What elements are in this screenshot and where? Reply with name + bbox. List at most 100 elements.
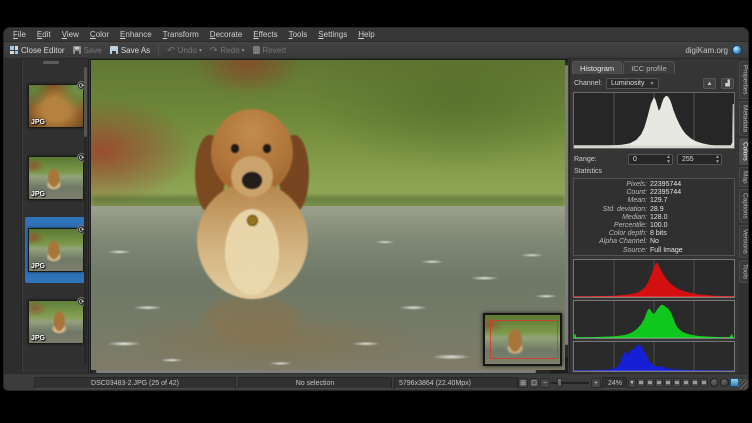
format-badge: JPG bbox=[31, 191, 45, 198]
stat-value: 100.0 bbox=[650, 222, 668, 230]
toolbar-separator bbox=[158, 44, 159, 56]
range-min-spinbox[interactable]: 0 ▲▼ bbox=[628, 154, 673, 165]
zoom-out-button[interactable]: − bbox=[540, 378, 550, 388]
thumbnail-image-4[interactable]: JPG ⟳ bbox=[28, 300, 84, 344]
menu-decorate[interactable]: Decorate bbox=[210, 30, 242, 39]
save-as-label: Save As bbox=[121, 46, 150, 55]
chevron-down-icon: ▼ bbox=[650, 81, 655, 87]
format-badge: JPG bbox=[31, 119, 45, 126]
dog-reflection bbox=[205, 296, 300, 339]
thumbnail-image-3[interactable]: JPG ⟳ bbox=[28, 228, 84, 272]
log-scale-button[interactable]: ▟ bbox=[721, 78, 734, 89]
channel-combobox[interactable]: Luminosity ▼ bbox=[606, 78, 659, 89]
stat-value: No bbox=[650, 238, 659, 246]
stat-value: 28.9 bbox=[650, 206, 664, 214]
over-exposure-indicator-button[interactable] bbox=[720, 378, 729, 387]
under-exposure-indicator-button[interactable] bbox=[710, 378, 719, 387]
pan-view-rectangle[interactable] bbox=[490, 320, 558, 359]
pan-navigation-overlay[interactable] bbox=[483, 313, 562, 366]
stat-label: Median: bbox=[574, 214, 650, 222]
thumbbar-handle[interactable] bbox=[43, 61, 59, 64]
save-button[interactable]: Save bbox=[73, 46, 102, 55]
thumbnail-item-4[interactable]: JPG ⟳ bbox=[25, 289, 87, 355]
sidebar-tab-metadata[interactable]: Metadata bbox=[739, 101, 750, 136]
sidebar-tab-colors[interactable]: Colors bbox=[739, 138, 750, 165]
status-mini-button-6[interactable] bbox=[682, 378, 690, 387]
thumbnail-image-1[interactable]: JPG ⟳ bbox=[28, 84, 84, 128]
undo-button[interactable]: ↶ Undo ▾ bbox=[167, 46, 202, 55]
dog-subject bbox=[191, 103, 314, 298]
panel-tabs: Histogram ICC profile bbox=[572, 61, 675, 74]
thumbnail-item-1[interactable]: JPG ⟳ bbox=[25, 73, 87, 139]
menu-view[interactable]: View bbox=[62, 30, 79, 39]
menu-transform[interactable]: Transform bbox=[163, 30, 199, 39]
linear-scale-button[interactable]: ▲ bbox=[703, 78, 716, 89]
format-badge: JPG bbox=[31, 335, 45, 342]
thumbnail-item-3-selected[interactable]: JPG ⟳ bbox=[25, 217, 87, 283]
editor-canvas[interactable] bbox=[90, 59, 568, 373]
zoom-slider-handle[interactable] bbox=[557, 378, 562, 387]
fit-selection-button[interactable]: ⊡ bbox=[529, 378, 539, 388]
blue-channel-histogram bbox=[573, 341, 735, 372]
sidebar-tab-properties[interactable]: Properties bbox=[739, 61, 750, 99]
status-mini-button-8[interactable] bbox=[700, 378, 708, 387]
luminosity-histogram[interactable] bbox=[573, 92, 735, 149]
revert-icon bbox=[253, 46, 260, 54]
sidebar-tab-tools[interactable]: Tools bbox=[739, 260, 750, 283]
window-resize-grip[interactable] bbox=[738, 379, 748, 389]
zoom-combobox[interactable]: 24% bbox=[602, 377, 627, 389]
menu-bar: File Edit View Color Enhance Transform D… bbox=[4, 28, 748, 41]
status-filename: DSC03483-2.JPG (25 of 42) bbox=[34, 377, 236, 389]
thumbnail-item-2[interactable]: JPG ⟳ bbox=[25, 145, 87, 211]
spin-arrows-icon[interactable]: ▲▼ bbox=[715, 155, 720, 165]
menu-settings[interactable]: Settings bbox=[318, 30, 347, 39]
statistics-box: Pixels:22395744 Count:22395744 Mean:129.… bbox=[573, 178, 735, 256]
revert-button[interactable]: Revert bbox=[253, 46, 287, 55]
menu-file[interactable]: File bbox=[13, 30, 26, 39]
status-dimensions: 5796x3864 (22.40Mpx) bbox=[394, 377, 518, 389]
thumbbar-scrollbar[interactable] bbox=[84, 67, 87, 365]
tab-icc-profile[interactable]: ICC profile bbox=[623, 61, 674, 74]
zoom-in-button[interactable]: + bbox=[591, 378, 601, 388]
statistics-title: Statistics bbox=[574, 168, 602, 175]
stat-label: Mean: bbox=[574, 197, 650, 205]
menu-help[interactable]: Help bbox=[358, 30, 374, 39]
redo-button[interactable]: ↷ Redo ▾ bbox=[210, 46, 245, 55]
menu-tools[interactable]: Tools bbox=[289, 30, 308, 39]
zoom-dropdown-button[interactable]: ▼ bbox=[628, 378, 636, 388]
photo-preview[interactable] bbox=[91, 60, 565, 370]
menu-edit[interactable]: Edit bbox=[37, 30, 51, 39]
menu-color[interactable]: Color bbox=[90, 30, 109, 39]
status-mini-button-3[interactable] bbox=[655, 378, 663, 387]
save-label: Save bbox=[84, 46, 102, 55]
thumbnail-image-2[interactable]: JPG ⟳ bbox=[28, 156, 84, 200]
status-mini-button-5[interactable] bbox=[673, 378, 681, 387]
undo-dropdown-icon: ▾ bbox=[199, 47, 202, 54]
sidebar-tab-versions[interactable]: Versions bbox=[739, 225, 750, 258]
menu-effects[interactable]: Effects bbox=[253, 30, 277, 39]
close-editor-button[interactable]: Close Editor bbox=[10, 46, 65, 55]
sidebar-tab-map[interactable]: Map bbox=[739, 167, 750, 188]
left-edge-strip bbox=[4, 59, 22, 373]
status-mini-button-1[interactable] bbox=[637, 378, 645, 387]
spin-arrows-icon[interactable]: ▲▼ bbox=[666, 155, 671, 165]
stat-label: Source: bbox=[574, 247, 650, 255]
main-toolbar: Close Editor Save Save As ↶ Undo ▾ ↷ Red… bbox=[4, 41, 748, 59]
tab-histogram[interactable]: Histogram bbox=[572, 61, 622, 74]
canvas-vertical-scrollbar[interactable] bbox=[565, 61, 568, 357]
range-max-spinbox[interactable]: 255 ▲▼ bbox=[677, 154, 722, 165]
sidebar-tab-captions[interactable]: Captions bbox=[739, 189, 750, 223]
status-mini-button-4[interactable] bbox=[664, 378, 672, 387]
save-as-button[interactable]: Save As bbox=[110, 46, 150, 55]
stat-value: 8 bits bbox=[650, 230, 667, 238]
status-mini-button-7[interactable] bbox=[691, 378, 699, 387]
stat-label: Color depth: bbox=[574, 230, 650, 238]
stat-label: Percentile: bbox=[574, 222, 650, 230]
undo-label: Undo bbox=[178, 46, 197, 55]
fit-window-button[interactable]: ⊞ bbox=[518, 378, 528, 388]
status-mini-button-2[interactable] bbox=[646, 378, 654, 387]
menu-enhance[interactable]: Enhance bbox=[120, 30, 152, 39]
photo-background-hills bbox=[91, 60, 565, 215]
digikam-editor-window: File Edit View Color Enhance Transform D… bbox=[3, 27, 749, 391]
stat-value: 22395744 bbox=[650, 189, 681, 197]
